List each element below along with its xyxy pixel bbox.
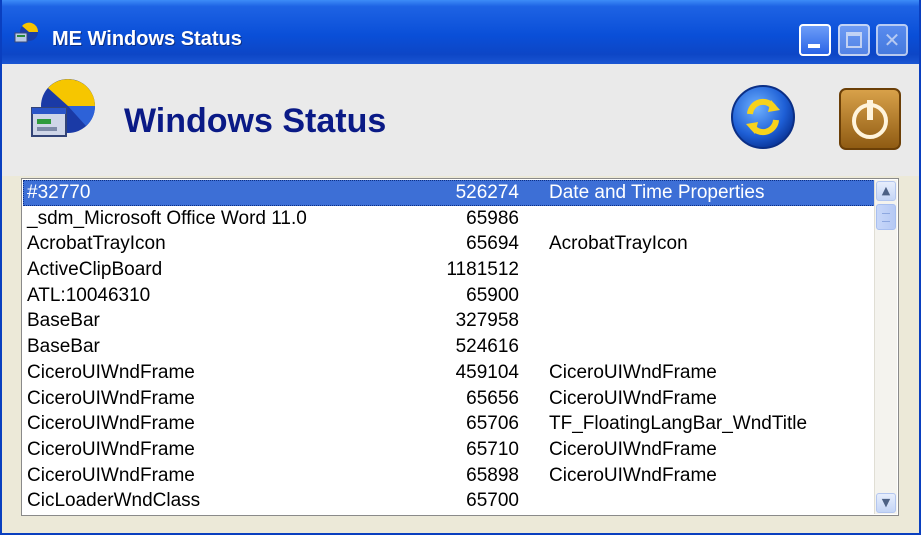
window-handle-cell: 65700 xyxy=(466,490,519,512)
windows-list: #32770 526274 Date and Time Properties _sdm… xyxy=(23,180,875,514)
list-item[interactable]: _sdm_Microsoft Office Word 11.0 65986 xyxy=(23,206,875,232)
window-title-cell: AcrobatTrayIcon xyxy=(549,233,688,255)
window-class-cell: ATL:10046310 xyxy=(27,284,151,306)
window-class-cell: BaseBar xyxy=(27,310,100,332)
windows-status-logo-icon xyxy=(31,79,95,137)
window-handle-cell: 65656 xyxy=(466,387,519,409)
minimize-button[interactable] xyxy=(799,24,831,56)
list-item[interactable]: CiceroUIWndFrame 65710 CiceroUIWndFrame xyxy=(23,437,875,463)
scroll-down-button[interactable]: ▼ xyxy=(876,493,896,513)
window-handle-cell: 65710 xyxy=(466,438,519,460)
window-handle-cell: 526274 xyxy=(455,182,519,203)
window-title-cell: CiceroUIWndFrame xyxy=(549,438,717,460)
close-button[interactable]: ✕ xyxy=(876,24,908,56)
minimize-icon xyxy=(808,44,820,48)
window-class-cell: ActiveClipBoard xyxy=(27,259,163,281)
window-title-cell: Date and Time Properties xyxy=(549,182,765,203)
window-class-cell: CiceroUIWndFrame xyxy=(27,464,195,486)
scroll-thumb[interactable] xyxy=(876,204,896,230)
vertical-scrollbar[interactable]: ▲ ▼ xyxy=(874,180,897,514)
window-class-cell: CiceroUIWndFrame xyxy=(27,387,195,409)
chevron-down-icon: ▼ xyxy=(881,496,891,509)
window-class-cell: AcrobatTrayIcon xyxy=(27,233,166,255)
app-logo-icon xyxy=(14,22,39,43)
power-button[interactable] xyxy=(839,88,901,150)
maximize-icon xyxy=(846,32,862,48)
window-class-cell: CicLoaderWndClass xyxy=(27,490,201,512)
list-item[interactable]: CiceroUIWndFrame 65898 CiceroUIWndFrame xyxy=(23,463,875,489)
window-handle-cell: 65694 xyxy=(466,233,519,255)
window-handle-cell: 65900 xyxy=(466,284,519,306)
maximize-button[interactable] xyxy=(838,24,870,56)
window-class-cell: _sdm_Microsoft Office Word 11.0 xyxy=(27,207,307,229)
scroll-up-button[interactable]: ▲ xyxy=(876,181,896,201)
list-item[interactable]: CiceroUIWndFrame 65706 TF_FloatingLangBar_… xyxy=(23,411,875,437)
chevron-up-icon: ▲ xyxy=(881,184,891,197)
window-handle-cell: 65706 xyxy=(466,413,519,435)
window-handle-cell: 524616 xyxy=(455,336,519,358)
window-class-cell: BaseBar xyxy=(27,336,100,358)
list-item[interactable]: BaseBar 327958 xyxy=(23,308,875,334)
window-class-cell: CiceroUIWndFrame xyxy=(27,438,195,460)
window-handle-cell: 65898 xyxy=(466,464,519,486)
list-item[interactable]: #32770 526274 Date and Time Properties xyxy=(23,180,875,206)
refresh-button[interactable] xyxy=(730,84,796,150)
window-class-cell: #32770 xyxy=(27,182,91,203)
close-icon: ✕ xyxy=(883,28,901,52)
window-handle-cell: 327958 xyxy=(455,310,519,332)
windows-listbox[interactable]: #32770 526274 Date and Time Properties _sdm… xyxy=(21,178,899,516)
window-handle-cell: 459104 xyxy=(455,361,519,383)
title-bar[interactable]: ME Windows Status ✕ xyxy=(2,0,919,65)
list-item[interactable]: CicLoaderWndClass 65700 xyxy=(23,488,875,514)
list-item[interactable]: ActiveClipBoard 1181512 xyxy=(23,257,875,283)
list-item[interactable]: AcrobatTrayIcon 65694 AcrobatTrayIcon xyxy=(23,231,875,257)
app-window: ME Windows Status ✕ Windows Status #3277… xyxy=(0,0,921,535)
list-item[interactable]: BaseBar 524616 xyxy=(23,334,875,360)
window-title: ME Windows Status xyxy=(52,28,242,50)
list-item[interactable]: CiceroUIWndFrame 65656 CiceroUIWndFrame xyxy=(23,386,875,412)
window-handle-cell: 65986 xyxy=(466,207,519,229)
window-title-cell: CiceroUIWndFrame xyxy=(549,361,717,383)
window-title-cell: TF_FloatingLangBar_WndTitle xyxy=(549,413,808,435)
window-title-cell: CiceroUIWndFrame xyxy=(549,464,717,486)
window-class-cell: CiceroUIWndFrame xyxy=(27,361,195,383)
window-handle-cell: 1181512 xyxy=(446,259,519,281)
list-item[interactable]: CiceroUIWndFrame 459104 CiceroUIWndFrame xyxy=(23,360,875,386)
window-class-cell: CiceroUIWndFrame xyxy=(27,413,195,435)
header-panel: Windows Status xyxy=(2,64,919,176)
page-title: Windows Status xyxy=(124,102,387,140)
window-title-cell: CiceroUIWndFrame xyxy=(549,387,717,409)
list-item[interactable]: ATL:10046310 65900 xyxy=(23,283,875,309)
